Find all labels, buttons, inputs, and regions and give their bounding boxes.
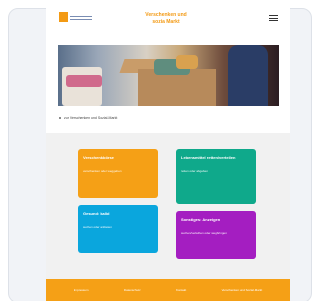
breadcrumb-icon — [59, 117, 61, 119]
footer-link-datenschutz[interactable]: Datenschutz — [124, 288, 141, 292]
website-preview: Verschenken und sozia Markt zur Verschen… — [46, 2, 290, 301]
logo-mark — [59, 12, 68, 22]
hamburger-menu-icon[interactable] — [269, 15, 278, 21]
footer-link-impressum[interactable]: Impressum — [74, 288, 89, 292]
breadcrumb[interactable]: zur Verschenken und Sozial-Markt — [59, 116, 117, 120]
site-footer: Impressum Datenschutz Kontakt Verschenke… — [46, 279, 290, 301]
site-logo[interactable] — [59, 12, 95, 24]
tile-title: Sonstiges: Anzeigen — [181, 217, 221, 222]
site-header: Verschenken und sozia Markt — [46, 2, 290, 42]
tile-verschenkboerse[interactable]: Verschenkbörse verschenken oder weggeben — [78, 149, 158, 198]
hero-person — [228, 45, 268, 106]
tile-title: Lebensmittel retten/verteilen — [181, 155, 236, 160]
tile-lebensmittel[interactable]: Lebensmittel retten/verteilen retten ode… — [176, 149, 256, 204]
tile-subtitle: verschenken oder weggeben — [83, 169, 122, 173]
tile-subtitle: suchen/verleihen oder wegbringen — [181, 231, 227, 235]
site-title: Verschenken und sozia Markt — [106, 12, 226, 26]
hero-image — [58, 45, 279, 106]
tile-gesund[interactable]: Gesund: kalid suchen oder anbieten — [78, 205, 158, 253]
tile-subtitle: retten oder abgeben — [181, 169, 209, 173]
tile-title: Gesund: kalid — [83, 211, 110, 216]
site-title-line1: Verschenken und — [145, 12, 187, 18]
breadcrumb-label: zur Verschenken und Sozial-Markt — [64, 116, 118, 120]
hero-clothes-item — [66, 75, 102, 87]
footer-link-kontakt[interactable]: Kontakt — [176, 288, 186, 292]
tiles-section: Verschenkbörse verschenken oder weggeben… — [46, 133, 290, 279]
tile-subtitle: suchen oder anbieten — [83, 225, 112, 229]
footer-link-home[interactable]: Verschenken und Sozial-Markt — [222, 288, 263, 292]
tile-title: Verschenkbörse — [83, 155, 114, 160]
site-title-line2: sozia Markt — [152, 19, 180, 25]
tile-sonstiges[interactable]: Sonstiges: Anzeigen suchen/verleihen ode… — [176, 211, 256, 259]
logo-wordmark — [70, 16, 92, 17]
hero-cloth-yellow — [176, 55, 198, 69]
